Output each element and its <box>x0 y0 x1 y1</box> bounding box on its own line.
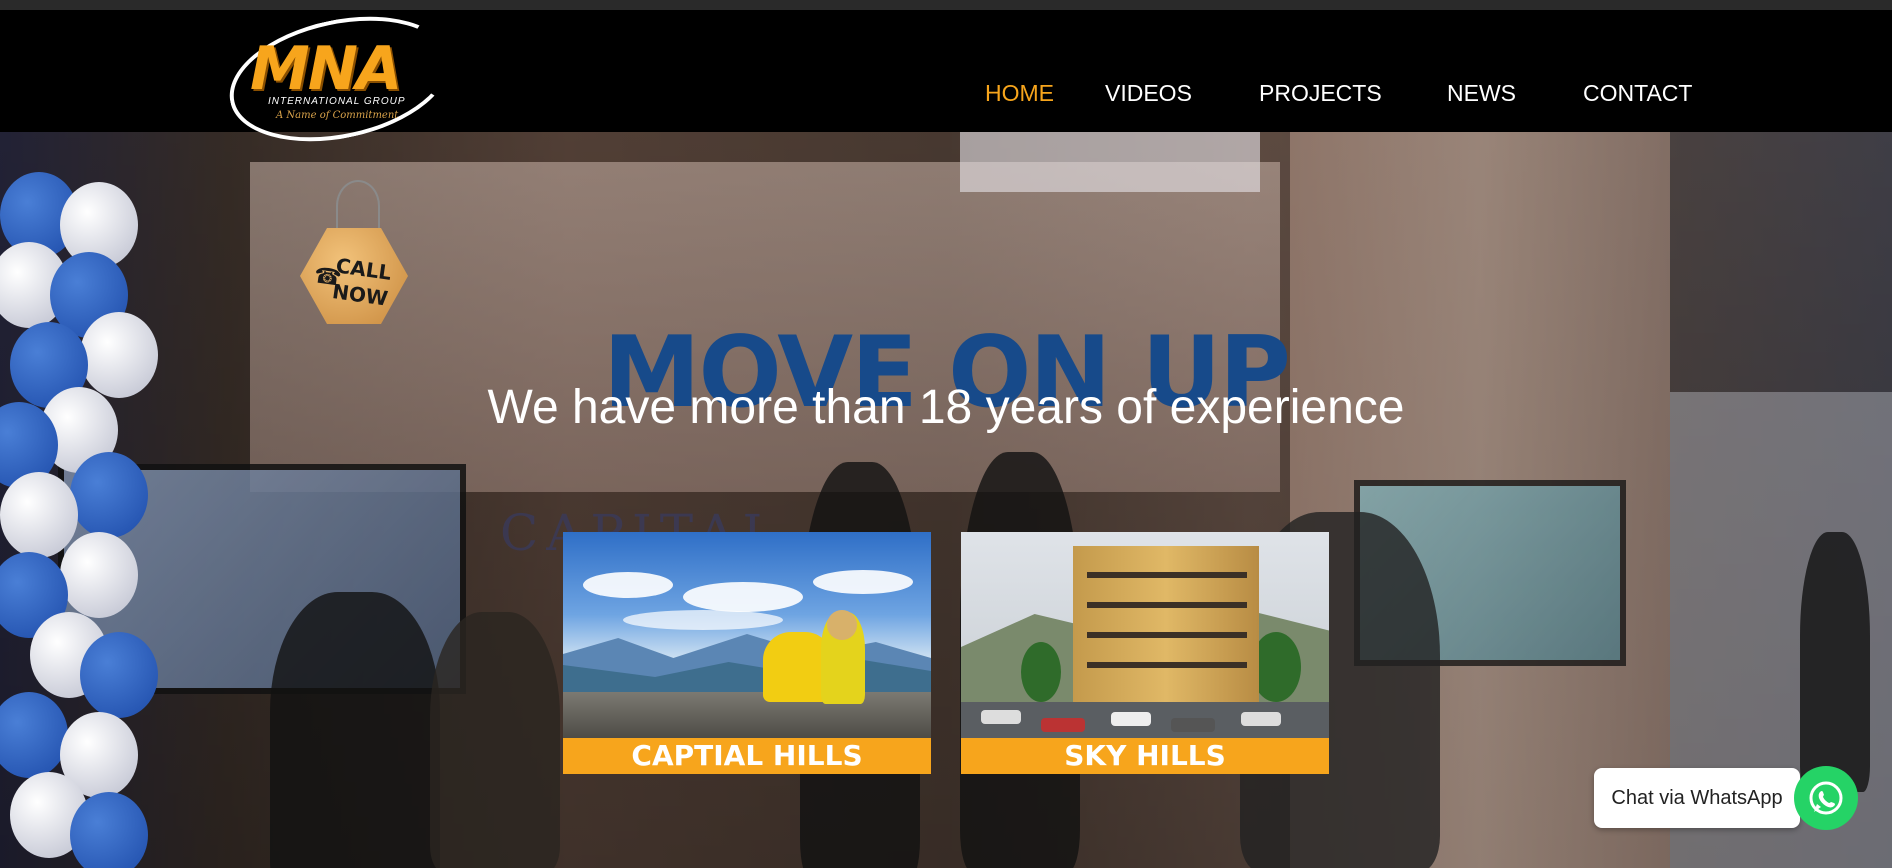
nav-contact[interactable]: CONTACT <box>1583 80 1692 107</box>
nav-home[interactable]: HOME <box>985 80 1054 107</box>
call-now-label: CALL NOW <box>331 252 394 311</box>
whatsapp-chat-label[interactable]: Chat via WhatsApp <box>1594 768 1800 828</box>
balloon-column <box>0 152 200 868</box>
site-header: MNA INTERNATIONAL GROUP A Name of Commit… <box>0 0 1892 160</box>
hero-subtitle: We have more than 18 years of experience <box>487 381 1405 434</box>
nav-projects[interactable]: PROJECTS <box>1259 80 1382 107</box>
project-label: CAPTIAL HILLS <box>563 738 931 774</box>
project-card-captial-hills[interactable]: CAPTIAL HILLS <box>563 532 931 774</box>
project-image <box>961 532 1329 738</box>
mna-logo[interactable]: MNA INTERNATIONAL GROUP A Name of Commit… <box>218 0 462 160</box>
project-card-sky-hills[interactable]: SKY HILLS <box>961 532 1329 774</box>
booth-banner <box>960 132 1260 192</box>
hero-section: CAPITAL ☎ CALL NOW MOVE ON UP We <box>0 132 1892 868</box>
project-label: SKY HILLS <box>961 738 1329 774</box>
nav-news[interactable]: NEWS <box>1447 80 1516 107</box>
person-silhouette <box>1800 532 1870 792</box>
browser-top-strip <box>0 0 1892 10</box>
whatsapp-icon <box>1809 781 1843 815</box>
tag-string <box>336 180 380 232</box>
logo-subtitle: INTERNATIONAL GROUP <box>268 96 406 107</box>
whatsapp-button[interactable] <box>1794 766 1858 830</box>
logo-text: MNA <box>250 34 402 104</box>
person-silhouette <box>270 592 440 868</box>
call-now-tag[interactable]: ☎ CALL NOW <box>296 180 414 324</box>
project-image <box>563 532 931 738</box>
logo-tagline: A Name of Commitment <box>276 110 399 121</box>
person-silhouette <box>430 612 560 868</box>
nav-videos[interactable]: VIDEOS <box>1105 80 1192 107</box>
